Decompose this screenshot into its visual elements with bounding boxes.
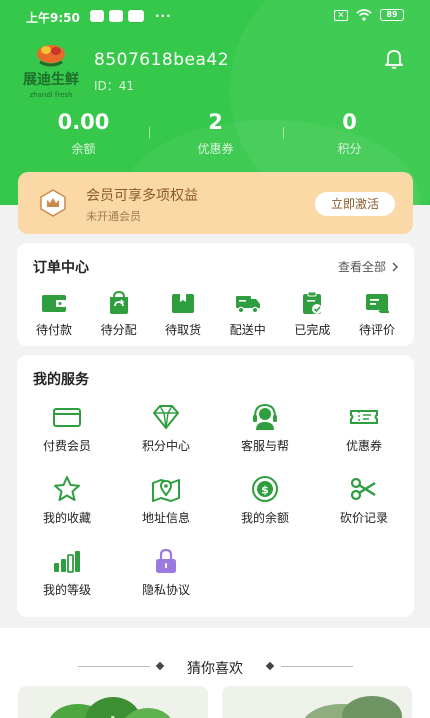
battery-indicator: 89 bbox=[380, 9, 404, 21]
order-pending-assign[interactable]: 待分配 bbox=[90, 291, 148, 338]
more-notifications: ··· bbox=[155, 9, 172, 23]
username: 8507618bea42 bbox=[94, 50, 230, 70]
service-label: 我的余额 bbox=[240, 511, 289, 525]
wallet-icon bbox=[42, 295, 66, 312]
service-label: 我的收藏 bbox=[42, 511, 91, 525]
chevron-right-icon bbox=[392, 262, 398, 271]
order-item-label: 配送中 bbox=[229, 323, 266, 337]
dollar-coin-icon: $ bbox=[252, 476, 278, 502]
lock-icon bbox=[156, 548, 176, 573]
product-card[interactable] bbox=[222, 686, 412, 718]
membership-status: 未开通会员 bbox=[86, 210, 141, 223]
coupon-value: 2 bbox=[208, 110, 223, 134]
service-label: 积分中心 bbox=[141, 439, 190, 453]
truck-icon bbox=[235, 296, 260, 314]
order-pending-review[interactable]: 待评价 bbox=[348, 291, 406, 338]
order-pending-payment[interactable]: 待付款 bbox=[25, 291, 83, 338]
membership-title: 会员可享多项权益 bbox=[86, 188, 198, 204]
services-title: 我的服务 bbox=[33, 372, 89, 388]
headset-icon bbox=[253, 403, 277, 430]
service-privacy[interactable]: 隐私协议 bbox=[116, 547, 216, 598]
chat-app-icon bbox=[90, 10, 104, 22]
service-label: 客服与帮 bbox=[240, 439, 289, 453]
box-icon bbox=[172, 294, 195, 313]
service-customer-support[interactable]: 客服与帮 bbox=[215, 403, 315, 454]
review-icon bbox=[365, 294, 389, 313]
tiktok-icon bbox=[109, 10, 123, 22]
svg-text:zhandi fresh: zhandi fresh bbox=[29, 91, 72, 99]
store-logo[interactable]: 展迪生鲜 zhandi fresh bbox=[16, 40, 86, 100]
order-center-title: 订单中心 bbox=[33, 260, 89, 276]
status-time: 上午9:50 bbox=[26, 11, 80, 25]
balance-value: 0.00 bbox=[57, 110, 110, 134]
order-item-label: 待评价 bbox=[358, 323, 395, 337]
balance-stat[interactable]: 0.00 余额 bbox=[12, 110, 155, 157]
product-card[interactable] bbox=[18, 686, 208, 718]
star-icon bbox=[54, 476, 80, 501]
order-center-card: 订单中心 查看全部 待付款 待分配 待取货 配送中 已完成 待评价 bbox=[17, 243, 414, 346]
service-favorites[interactable]: 我的收藏 bbox=[17, 475, 117, 526]
bell-icon[interactable] bbox=[384, 48, 404, 70]
shop-app-icon bbox=[128, 10, 144, 22]
service-label: 付费会员 bbox=[42, 439, 91, 453]
herbs-image bbox=[304, 696, 402, 718]
crown-badge-icon bbox=[40, 189, 66, 217]
points-value: 0 bbox=[342, 110, 357, 134]
service-points-center[interactable]: 积分中心 bbox=[116, 403, 216, 454]
coupon-label: 优惠券 bbox=[197, 142, 234, 156]
service-paid-membership[interactable]: 付费会员 bbox=[17, 403, 117, 454]
service-label: 优惠券 bbox=[345, 439, 382, 453]
view-all-label: 查看全部 bbox=[337, 260, 386, 274]
map-pin-icon bbox=[152, 479, 180, 502]
order-status-row: 待付款 待分配 待取货 配送中 已完成 待评价 bbox=[17, 291, 414, 338]
order-item-label: 待付款 bbox=[35, 323, 72, 337]
service-label: 我的等级 bbox=[42, 583, 91, 597]
system-icons: × 89 bbox=[334, 9, 404, 21]
recommendations-section: 猜你喜欢 bbox=[0, 628, 430, 718]
bar-chart-icon bbox=[54, 551, 80, 573]
service-address[interactable]: 地址信息 bbox=[116, 475, 216, 526]
status-bar: 上午9:50 ··· × 89 bbox=[0, 0, 430, 32]
no-sim-icon: × bbox=[334, 9, 348, 21]
notification-icons: ··· bbox=[90, 9, 172, 23]
scissors-icon bbox=[350, 477, 376, 501]
diamond-icon bbox=[153, 405, 179, 429]
balance-label: 余额 bbox=[71, 142, 96, 156]
order-delivering[interactable]: 配送中 bbox=[219, 291, 277, 338]
recommendations-title: 猜你喜欢 bbox=[187, 661, 243, 677]
service-label: 地址信息 bbox=[141, 511, 190, 525]
ticket-icon bbox=[350, 410, 378, 424]
order-pending-pickup[interactable]: 待取货 bbox=[154, 291, 212, 338]
card-icon bbox=[53, 408, 81, 427]
service-label: 隐私协议 bbox=[141, 583, 190, 597]
service-my-level[interactable]: 我的等级 bbox=[17, 547, 117, 598]
activate-button[interactable]: 立即激活 bbox=[315, 192, 395, 216]
points-label: 积分 bbox=[337, 142, 362, 156]
order-item-label: 待取货 bbox=[165, 323, 202, 337]
clipboard-check-icon bbox=[303, 291, 323, 314]
svg-text:展迪生鲜: 展迪生鲜 bbox=[23, 71, 79, 88]
wifi-icon bbox=[356, 9, 372, 21]
service-label: 砍价记录 bbox=[339, 511, 388, 525]
order-completed[interactable]: 已完成 bbox=[283, 291, 341, 338]
my-services-card: 我的服务 付费会员 积分中心 客服与帮 优惠券 我的收藏 地址信息 $ 我的余额 bbox=[17, 355, 414, 617]
refresh-bag-icon bbox=[109, 291, 128, 314]
svg-text:$: $ bbox=[261, 484, 269, 497]
divider-line bbox=[281, 666, 353, 667]
order-item-label: 已完成 bbox=[294, 323, 331, 337]
membership-banner[interactable]: 会员可享多项权益 未开通会员 立即激活 bbox=[18, 172, 413, 234]
coupon-stat[interactable]: 2 优惠券 bbox=[144, 110, 287, 157]
order-item-label: 待分配 bbox=[100, 323, 137, 337]
service-balance[interactable]: $ 我的余额 bbox=[215, 475, 315, 526]
service-bargain-records[interactable]: 砍价记录 bbox=[314, 475, 414, 526]
view-all-orders-link[interactable]: 查看全部 bbox=[338, 258, 400, 275]
account-stats: 0.00 余额 2 优惠券 0 积分 bbox=[0, 110, 430, 160]
leafy-greens-image bbox=[50, 697, 171, 718]
user-id: ID：41 bbox=[94, 79, 135, 93]
points-stat[interactable]: 0 积分 bbox=[278, 110, 421, 157]
service-coupons[interactable]: 优惠券 bbox=[314, 403, 414, 454]
